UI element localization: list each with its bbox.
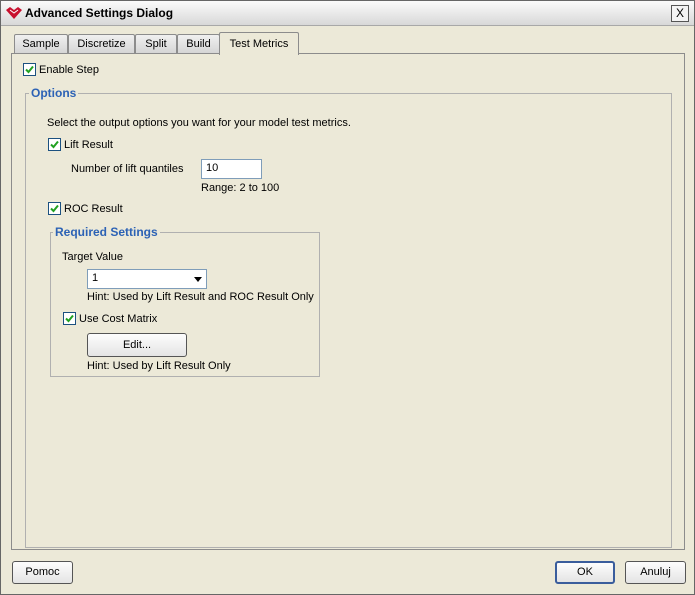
tab-test-metrics[interactable]: Test Metrics [219, 32, 299, 55]
checkmark-icon [25, 65, 34, 74]
checkmark-icon [65, 314, 74, 323]
lift-quantiles-range: Range: 2 to 100 [201, 182, 280, 194]
app-logo-icon [6, 7, 22, 19]
options-legend: Options [29, 86, 79, 100]
edit-cost-matrix-button[interactable]: Edit... [87, 333, 187, 357]
target-value-selected: 1 [92, 272, 99, 284]
tab-build[interactable]: Build [177, 34, 220, 54]
use-cost-matrix-checkbox[interactable] [63, 312, 76, 325]
checkmark-icon [50, 140, 59, 149]
chevron-down-icon [194, 277, 202, 282]
roc-result-label: ROC Result [64, 203, 123, 215]
target-hint: Hint: Used by Lift Result and ROC Result… [87, 291, 314, 303]
lift-quantiles-label: Number of lift quantiles [71, 163, 184, 175]
lift-result-checkbox[interactable] [48, 138, 61, 151]
lift-quantiles-input[interactable]: 10 [201, 159, 262, 179]
enable-step-label: Enable Step [39, 64, 99, 76]
options-description: Select the output options you want for y… [47, 117, 351, 129]
edit-hint: Hint: Used by Lift Result Only [87, 360, 231, 372]
target-value-select[interactable]: 1 [87, 269, 207, 289]
title-bar[interactable]: Advanced Settings Dialog X [1, 1, 694, 26]
roc-result-checkbox[interactable] [48, 202, 61, 215]
lift-result-label: Lift Result [64, 139, 113, 151]
tab-discretize[interactable]: Discretize [68, 34, 135, 54]
required-settings-legend: Required Settings [53, 225, 160, 239]
cancel-button[interactable]: Anuluj [625, 561, 686, 584]
use-cost-matrix-label: Use Cost Matrix [79, 313, 158, 325]
lift-quantiles-value: 10 [206, 162, 219, 174]
close-button[interactable]: X [671, 5, 689, 22]
target-value-label: Target Value [62, 251, 123, 263]
ok-button[interactable]: OK [555, 561, 615, 584]
dialog-window: Advanced Settings Dialog X Sample Discre… [0, 0, 695, 595]
window-title: Advanced Settings Dialog [25, 6, 174, 20]
help-button[interactable]: Pomoc [12, 561, 73, 584]
checkmark-icon [50, 204, 59, 213]
enable-step-checkbox[interactable] [23, 63, 36, 76]
tab-sample[interactable]: Sample [14, 34, 68, 54]
tab-split[interactable]: Split [135, 34, 177, 54]
close-icon: X [675, 6, 684, 20]
